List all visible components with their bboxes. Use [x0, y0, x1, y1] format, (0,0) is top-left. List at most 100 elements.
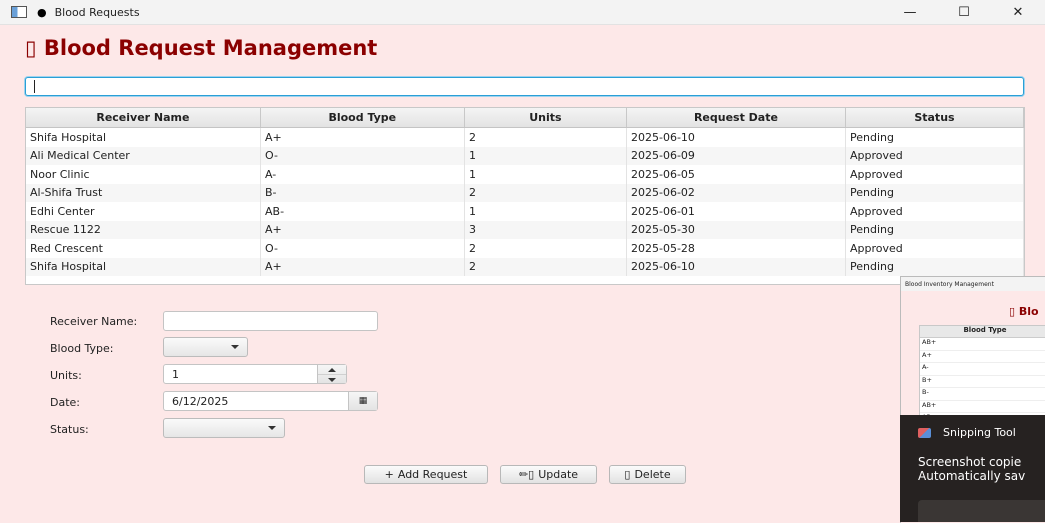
cell-receiver: Noor Clinic — [26, 165, 261, 184]
delete-button[interactable]: ▯ Delete — [609, 465, 686, 484]
app-window-icon — [11, 6, 27, 18]
pencil-icon: ✏▯ — [518, 468, 535, 481]
table-row[interactable]: Edhi Center AB- 1 2025-06-01 Approved — [26, 202, 1024, 221]
background-table-row: B+ — [920, 376, 1045, 388]
toast-app-name: Snipping Tool — [943, 426, 1016, 439]
units-label: Units: — [50, 369, 82, 382]
background-inventory-table: Blood Type AB+A+A-B+B-AB+AB- — [919, 325, 1045, 426]
spinner-down-button[interactable] — [318, 375, 346, 384]
maximize-button[interactable]: ☐ — [937, 0, 991, 24]
blood-type-label: Blood Type: — [50, 342, 114, 355]
snipping-tool-icon — [918, 427, 931, 438]
cell-date: 2025-06-02 — [627, 183, 846, 202]
column-header-date[interactable]: Request Date — [627, 108, 846, 127]
cell-units: 1 — [465, 146, 627, 165]
calendar-button[interactable]: ▦ — [348, 392, 377, 410]
cell-date: 2025-06-10 — [627, 128, 846, 147]
background-window-heading: ▯ Blo — [1009, 305, 1039, 318]
background-table-row: AB+ — [920, 401, 1045, 413]
cell-date: 2025-06-10 — [627, 257, 846, 276]
cell-status: Pending — [846, 257, 1024, 276]
cell-blood-type: O- — [261, 146, 465, 165]
units-value: 1 — [172, 367, 179, 381]
requests-table[interactable]: Receiver Name Blood Type Units Request D… — [25, 107, 1025, 285]
units-spinner-buttons[interactable] — [317, 365, 346, 383]
cell-date: 2025-06-09 — [627, 146, 846, 165]
cell-receiver: Shifa Hospital — [26, 257, 261, 276]
status-dropdown[interactable] — [163, 418, 285, 438]
cell-receiver: Rescue 1122 — [26, 220, 261, 239]
background-table-row: B- — [920, 388, 1045, 401]
blood-type-dropdown[interactable] — [163, 337, 248, 357]
cell-status: Approved — [846, 146, 1024, 165]
cell-receiver: Edhi Center — [26, 202, 261, 221]
table-row[interactable]: Rescue 1122 A+ 3 2025-05-30 Pending — [26, 220, 1024, 239]
delete-label: Delete — [634, 468, 671, 481]
cell-blood-type: AB- — [261, 202, 465, 221]
cell-blood-type: A- — [261, 165, 465, 184]
cell-date: 2025-06-05 — [627, 165, 846, 184]
plus-icon: + — [384, 468, 394, 481]
blood-drop-icon: ● — [37, 5, 47, 19]
cell-blood-type: A+ — [261, 220, 465, 239]
table-row[interactable]: Shifa Hospital A+ 2 2025-06-10 Pending — [26, 128, 1024, 147]
close-button[interactable]: ✕ — [991, 0, 1045, 24]
window-title: Blood Requests — [54, 5, 140, 19]
cell-blood-type: O- — [261, 239, 465, 258]
cell-status: Pending — [846, 183, 1024, 202]
add-request-label: Add Request — [397, 468, 468, 481]
title-bar: ● Blood Requests — ☐ ✕ — [0, 0, 1045, 25]
snipping-tool-notification[interactable]: Snipping Tool Screenshot copie Automatic… — [900, 415, 1045, 522]
background-window-title: Blood Inventory Management — [901, 277, 1045, 291]
cell-units: 2 — [465, 128, 627, 147]
spinner-up-button[interactable] — [318, 365, 346, 375]
cell-receiver: Shifa Hospital — [26, 128, 261, 147]
calendar-icon: ▦ — [358, 396, 368, 406]
column-header-status[interactable]: Status — [846, 108, 1024, 127]
receiver-name-field[interactable] — [163, 311, 378, 331]
table-row[interactable]: Shifa Hospital A+ 2 2025-06-10 Pending — [26, 257, 1024, 276]
cell-units: 2 — [465, 257, 627, 276]
cell-status: Pending — [846, 128, 1024, 147]
column-header-blood-type[interactable]: Blood Type — [261, 108, 465, 127]
cell-units: 3 — [465, 220, 627, 239]
date-label: Date: — [50, 396, 80, 409]
toast-app-header: Snipping Tool — [918, 426, 1016, 439]
search-input[interactable] — [25, 77, 1024, 96]
cell-units: 2 — [465, 239, 627, 258]
update-button[interactable]: ✏▯ Update — [500, 465, 597, 484]
units-spinner[interactable]: 1 — [163, 364, 347, 384]
arrow-down-icon — [328, 377, 336, 382]
table-row[interactable]: Ali Medical Center O- 1 2025-06-09 Approved — [26, 146, 1024, 165]
cell-status: Approved — [846, 202, 1024, 221]
receiver-name-label: Receiver Name: — [50, 315, 138, 328]
table-row[interactable]: Noor Clinic A- 1 2025-06-05 Approved — [26, 165, 1024, 184]
column-header-receiver[interactable]: Receiver Name — [26, 108, 261, 127]
chevron-down-icon — [231, 345, 239, 349]
cell-date: 2025-05-30 — [627, 220, 846, 239]
cell-units: 1 — [465, 165, 627, 184]
cell-status: Approved — [846, 239, 1024, 258]
background-column-header: Blood Type — [920, 326, 1045, 338]
text-caret — [34, 80, 35, 93]
column-header-units[interactable]: Units — [465, 108, 627, 127]
date-picker[interactable]: 6/12/2025 ▦ — [163, 391, 378, 411]
background-table-row: AB+ — [920, 338, 1045, 351]
cell-status: Approved — [846, 165, 1024, 184]
date-value: 6/12/2025 — [172, 394, 229, 408]
cell-status: Pending — [846, 220, 1024, 239]
minimize-button[interactable]: — — [883, 0, 937, 24]
chevron-down-icon — [268, 426, 276, 430]
status-label: Status: — [50, 423, 89, 436]
cell-receiver: Red Crescent — [26, 239, 261, 258]
table-row[interactable]: Red Crescent O- 2 2025-05-28 Approved — [26, 239, 1024, 258]
cell-units: 1 — [465, 202, 627, 221]
add-request-button[interactable]: + Add Request — [364, 465, 488, 484]
table-row[interactable]: Al-Shifa Trust B- 2 2025-06-02 Pending — [26, 183, 1024, 202]
table-header: Receiver Name Blood Type Units Request D… — [26, 108, 1024, 128]
cell-blood-type: B- — [261, 183, 465, 202]
cell-blood-type: A+ — [261, 257, 465, 276]
toast-preview[interactable] — [918, 500, 1045, 522]
background-table-row: A- — [920, 363, 1045, 376]
table-body: Shifa Hospital A+ 2 2025-06-10 Pending Ali Me… — [26, 128, 1024, 276]
